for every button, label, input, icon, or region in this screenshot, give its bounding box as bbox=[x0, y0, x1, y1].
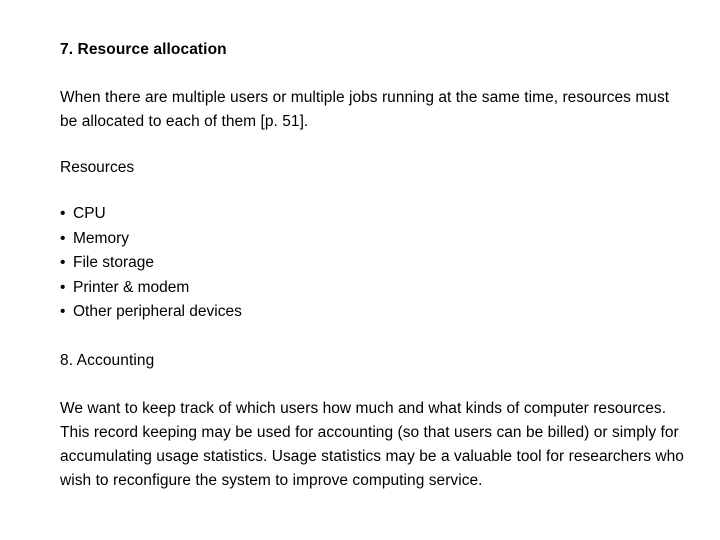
bullet-icon: • bbox=[60, 278, 66, 296]
section-heading-resource-allocation: 7. Resource allocation bbox=[60, 41, 227, 58]
bullet-icon: • bbox=[60, 303, 66, 320]
list-item-label: Memory bbox=[73, 229, 129, 247]
section-heading-accounting: 8. Accounting bbox=[60, 351, 155, 369]
list-item: • Printer & modem bbox=[60, 276, 685, 301]
list-item: • Memory bbox=[60, 227, 685, 252]
bullet-icon: • bbox=[60, 229, 66, 247]
paragraph-accounting: We want to keep track of which users how… bbox=[60, 399, 684, 489]
list-item-label: Printer & modem bbox=[73, 278, 190, 296]
paragraph-resource-allocation: When there are multiple users or multipl… bbox=[60, 89, 670, 130]
subheading-resources: Resources bbox=[60, 159, 135, 176]
list-item: • Other peripheral devices bbox=[60, 300, 685, 325]
list-item-label: File storage bbox=[73, 254, 154, 271]
list-item: • File storage bbox=[60, 251, 685, 276]
list-item-label: CPU bbox=[73, 205, 106, 222]
slide-content: 7. Resource allocation When there are mu… bbox=[60, 38, 685, 493]
list-item: • CPU bbox=[60, 202, 685, 227]
resource-bullet-list: • CPU • Memory • File storage • Printer & mo… bbox=[60, 202, 685, 325]
bullet-icon: • bbox=[60, 254, 66, 271]
bullet-icon: • bbox=[60, 205, 66, 222]
list-item-label: Other peripheral devices bbox=[73, 303, 242, 320]
slide-canvas: 7. Resource allocation When there are mu… bbox=[0, 0, 720, 540]
